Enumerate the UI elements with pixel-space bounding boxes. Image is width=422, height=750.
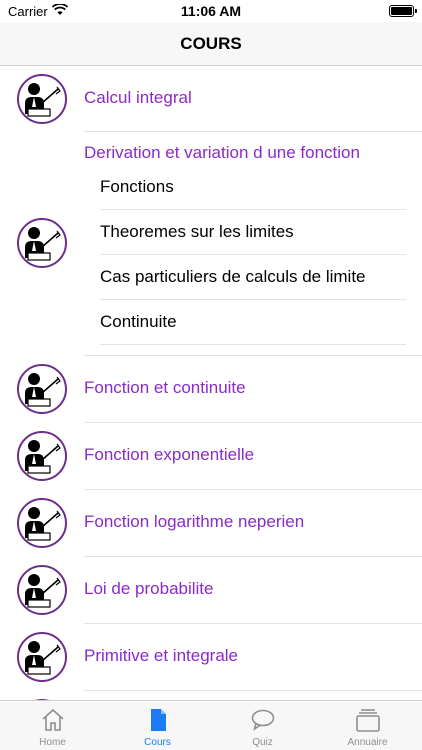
- course-row[interactable]: Loi de probabilite: [0, 557, 422, 624]
- course-row[interactable]: Primitive et integrale: [0, 624, 422, 691]
- course-row[interactable]: [0, 691, 422, 700]
- tab-annuaire[interactable]: Annuaire: [315, 701, 420, 750]
- subtopic-title: Fonctions: [100, 177, 174, 196]
- course-row[interactable]: Fonction exponentielle: [0, 423, 422, 490]
- course-row[interactable]: Fonction et continuite: [0, 356, 422, 423]
- tab-quiz[interactable]: Quiz: [210, 701, 315, 750]
- teacher-icon: [17, 498, 67, 548]
- chat-bubble-icon: [251, 709, 275, 731]
- subtopic-row[interactable]: Theoremes sur les limites: [100, 210, 406, 255]
- row-divider: [100, 344, 406, 345]
- teacher-icon: [17, 74, 67, 124]
- subtopic-title: Theoremes sur les limites: [100, 222, 294, 241]
- tab-label: Annuaire: [347, 737, 388, 748]
- navigation-bar: COURS: [0, 22, 422, 66]
- subtopic-row[interactable]: Continuite: [100, 300, 406, 345]
- tab-cours[interactable]: Cours: [105, 701, 210, 750]
- tab-bar: Home Cours Quiz Annuaire: [0, 700, 422, 750]
- course-title: Fonction logarithme neperien: [84, 512, 305, 531]
- teacher-icon: [17, 632, 67, 682]
- subtopic-row[interactable]: Cas particuliers de calculs de limite: [100, 255, 406, 300]
- status-bar: Carrier 11:06 AM: [0, 0, 422, 22]
- course-title: Calcul integral: [84, 88, 192, 107]
- battery-icon: [389, 5, 417, 17]
- course-list[interactable]: Calcul integral Derivation et variation …: [0, 66, 422, 700]
- course-title: Fonction et continuite: [84, 378, 246, 397]
- teacher-icon: [17, 218, 67, 268]
- tab-home[interactable]: Home: [0, 701, 105, 750]
- subtopic-title: Continuite: [100, 312, 177, 331]
- cards-icon: [356, 709, 380, 732]
- course-title: Derivation et variation d une fonction: [84, 143, 360, 162]
- tab-label: Home: [39, 737, 66, 748]
- course-row[interactable]: Fonction logarithme neperien: [0, 490, 422, 557]
- tab-label: Quiz: [252, 737, 273, 748]
- course-title: Fonction exponentielle: [84, 445, 255, 464]
- course-row[interactable]: Calcul integral: [0, 66, 422, 132]
- page-title: COURS: [180, 34, 242, 53]
- document-icon: [151, 709, 166, 731]
- home-icon: [42, 708, 64, 731]
- subtopic-row[interactable]: Fonctions: [100, 165, 406, 210]
- teacher-icon: [17, 364, 67, 414]
- tab-label: Cours: [144, 737, 171, 748]
- subtopic-title: Cas particuliers de calculs de limite: [100, 267, 366, 286]
- teacher-icon: [17, 565, 67, 615]
- teacher-icon: [17, 431, 67, 481]
- course-title: Loi de probabilite: [84, 579, 214, 598]
- course-title: Primitive et integrale: [84, 646, 239, 665]
- clock-time: 11:06 AM: [180, 3, 242, 19]
